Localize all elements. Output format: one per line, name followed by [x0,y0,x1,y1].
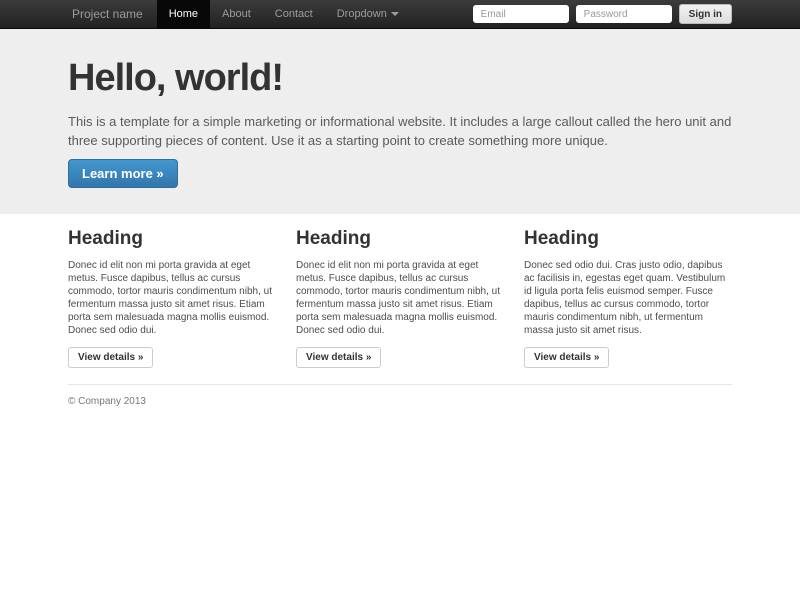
nav-item-home[interactable]: Home [157,0,210,28]
email-input[interactable] [473,5,569,23]
caret-down-icon [391,12,399,16]
hero-text: This is a template for a simple marketin… [68,112,732,150]
nav-item-dropdown[interactable]: Dropdown [325,0,411,28]
column-text: Donec id elit non mi porta gravida at eg… [68,259,276,337]
brand-link[interactable]: Project name [68,0,147,28]
view-details-button-1[interactable]: View details » [68,347,153,368]
column-heading: Heading [68,228,276,250]
column-text: Donec sed odio dui. Cras justo odio, dap… [524,259,732,337]
view-details-button-3[interactable]: View details » [524,347,609,368]
signin-button[interactable]: Sign in [679,4,732,24]
column-heading: Heading [524,228,732,250]
main-nav: Home About Contact Dropdown [157,0,411,28]
nav-item-about[interactable]: About [210,0,263,28]
hero-section: Hello, world! This is a template for a s… [0,29,800,214]
password-input[interactable] [576,5,672,23]
content-column-3: Heading Donec sed odio dui. Cras justo o… [524,228,732,368]
footer: © Company 2013 [68,384,732,407]
columns-row: Heading Donec id elit non mi porta gravi… [68,228,732,368]
main-content: Heading Donec id elit non mi porta gravi… [68,214,732,407]
signin-form: Sign in [473,0,732,28]
nav-item-dropdown-label: Dropdown [337,8,387,20]
nav-item-contact[interactable]: Contact [263,0,325,28]
view-details-button-2[interactable]: View details » [296,347,381,368]
navbar: Project name Home About Contact Dropdown… [0,0,800,29]
page-title: Hello, world! [68,57,732,100]
column-heading: Heading [296,228,504,250]
learn-more-button[interactable]: Learn more » [68,159,178,188]
copyright-text: © Company 2013 [68,396,732,407]
column-text: Donec id elit non mi porta gravida at eg… [296,259,504,337]
content-column-2: Heading Donec id elit non mi porta gravi… [296,228,504,368]
content-column-1: Heading Donec id elit non mi porta gravi… [68,228,276,368]
